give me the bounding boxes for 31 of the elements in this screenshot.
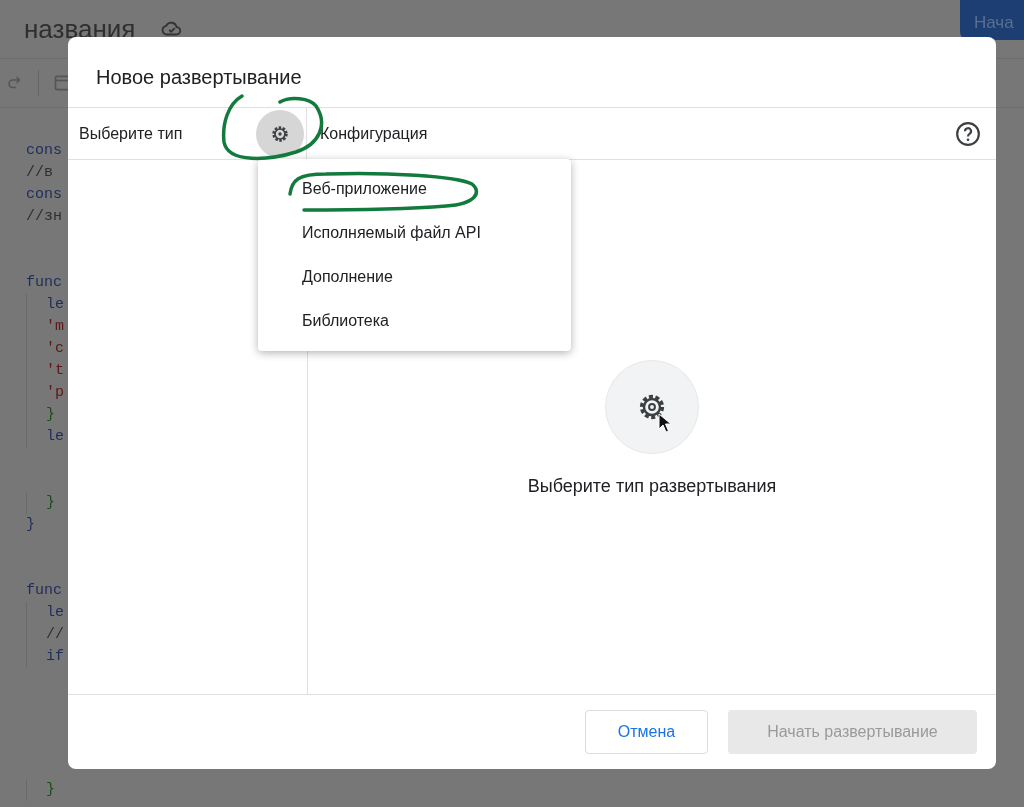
code-text: //в <box>26 163 53 183</box>
code-text: cons <box>26 141 62 161</box>
menu-item[interactable]: Библиотека <box>258 299 571 343</box>
column-header: Конфигурация <box>320 124 428 143</box>
dialog-title: Новое развертывание <box>68 37 996 108</box>
settings-button[interactable] <box>256 109 304 158</box>
menu-item[interactable]: Веб-приложение <box>258 167 571 211</box>
help-icon[interactable] <box>955 120 981 147</box>
code-text: 'c <box>46 339 64 359</box>
code-text: cons <box>26 185 62 205</box>
menu-item[interactable]: Дополнение <box>258 255 571 299</box>
code-text: // <box>46 625 64 645</box>
code-text: func <box>26 581 62 601</box>
empty-state-message: Выберите тип развертывания <box>527 476 777 497</box>
code-text: } <box>46 405 55 425</box>
code-text: le <box>46 427 64 447</box>
code-text: le <box>46 295 64 315</box>
code-text: if <box>46 647 64 667</box>
code-text: 't <box>46 361 64 381</box>
code-text: } <box>46 493 55 513</box>
mouse-cursor-icon <box>658 413 672 433</box>
code-text: } <box>46 780 55 800</box>
code-text: 'm <box>46 317 64 337</box>
code-text: } <box>26 515 35 535</box>
code-text: //зн <box>26 207 62 227</box>
gear-icon <box>270 123 290 144</box>
cancel-button[interactable]: Отмена <box>585 710 708 754</box>
column-header: Выберите тип <box>79 124 183 143</box>
code-text: func <box>26 273 62 293</box>
code-text: le <box>46 603 64 623</box>
code-text: 'p <box>46 383 64 403</box>
